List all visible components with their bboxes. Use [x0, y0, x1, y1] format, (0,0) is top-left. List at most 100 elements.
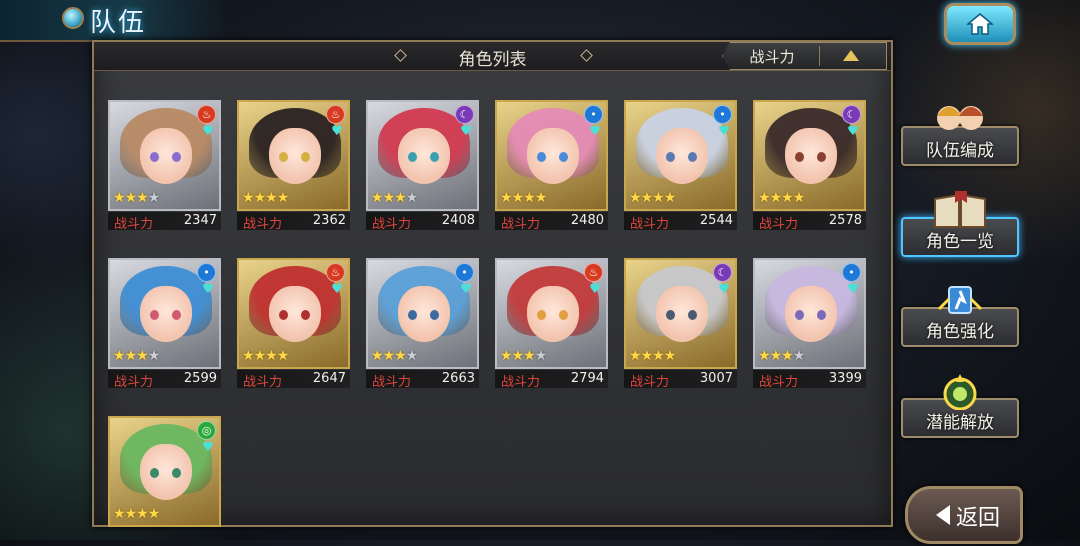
character-portrait: • ♥ ★★★★	[108, 258, 221, 369]
star-icon: ★	[124, 348, 138, 364]
character-face	[140, 128, 192, 184]
star-icon: ★	[124, 506, 138, 522]
side-menu-button[interactable]: 潜能解放	[901, 374, 1019, 438]
character-card[interactable]: • ♥ ★★★★ 战斗力 3399	[753, 258, 866, 390]
star-icon: ★	[265, 190, 278, 206]
character-eye	[172, 152, 181, 162]
character-eye	[150, 152, 159, 162]
star-icon: ★	[113, 348, 126, 364]
character-face	[140, 444, 192, 500]
character-eye	[688, 310, 697, 320]
rarity-stars: ★★★★	[242, 348, 289, 364]
home-button[interactable]	[944, 3, 1016, 45]
character-eye	[279, 310, 288, 320]
character-card[interactable]: ♨ ♥ ★★★★ 战斗力 2794	[495, 258, 608, 390]
character-eye	[795, 152, 804, 162]
dark-element-icon: ☾	[842, 105, 861, 124]
star-icon: ★	[663, 190, 677, 206]
character-eye	[430, 310, 439, 320]
power-row: 战斗力 2480	[495, 212, 608, 232]
character-card[interactable]: • ♥ ★★★★ 战斗力 2544	[624, 100, 737, 232]
power-row: 战斗力 2544	[624, 212, 737, 232]
character-face	[785, 128, 837, 184]
back-button[interactable]: 返回	[905, 486, 1023, 544]
star-icon: ★	[629, 190, 642, 206]
power-value: 2794	[570, 371, 604, 386]
star-icon: ★	[534, 190, 548, 206]
character-card[interactable]: ☾ ♥ ★★★★ 战斗力 2408	[366, 100, 479, 232]
power-label: 战斗力	[759, 217, 799, 232]
star-icon: ★	[371, 190, 384, 206]
character-portrait: ♨ ♥ ★★★★	[237, 100, 350, 211]
side-menu-button[interactable]: 角色强化	[901, 286, 1019, 347]
character-card[interactable]: ☾ ♥ ★★★★ 战斗力 2578	[753, 100, 866, 232]
potential-icon	[931, 370, 989, 411]
star-icon: ★	[792, 190, 806, 206]
rarity-stars: ★★★★	[113, 348, 161, 364]
star-icon: ★	[394, 348, 407, 364]
rarity-stars: ★★★★	[242, 190, 290, 206]
character-eye	[537, 152, 546, 162]
character-card[interactable]: ♨ ♥ ★★★★ 战斗力 2347	[108, 100, 221, 232]
star-icon: ★	[652, 348, 665, 364]
power-label: 战斗力	[243, 375, 283, 390]
character-eye	[795, 310, 804, 320]
character-portrait: ☾ ♥ ★★★★	[624, 258, 737, 369]
character-eye	[559, 152, 568, 162]
character-eye	[666, 152, 675, 162]
star-icon: ★	[265, 348, 278, 364]
power-label: 战斗力	[630, 375, 670, 390]
star-icon: ★	[147, 190, 161, 206]
character-card[interactable]: • ♥ ★★★★ 战斗力 2480	[495, 100, 608, 232]
favorite-heart-icon: ♥	[847, 124, 859, 139]
character-card[interactable]: ☾ ♥ ★★★★ 战斗力 3007	[624, 258, 737, 390]
side-menu-label: 潜能解放	[926, 413, 994, 433]
character-card[interactable]: ♨ ♥ ★★★★ 战斗力 2362	[237, 100, 350, 232]
power-label: 战斗力	[372, 217, 412, 232]
character-card[interactable]: ◎ ♥ ★★★★	[108, 416, 221, 546]
character-eye	[408, 152, 417, 162]
star-icon: ★	[534, 348, 548, 364]
favorite-heart-icon: ♥	[202, 282, 214, 297]
power-row: 战斗力 2647	[237, 370, 350, 390]
power-row: 战斗力 3007	[624, 370, 737, 390]
star-icon: ★	[500, 190, 513, 206]
favorite-heart-icon: ♥	[331, 124, 343, 139]
character-card[interactable]: ♨ ♥ ★★★★ 战斗力 2647	[237, 258, 350, 390]
side-menu-button[interactable]: 角色一览	[901, 191, 1019, 257]
water-element-icon: •	[455, 263, 474, 282]
character-eye	[408, 310, 417, 320]
character-face	[140, 286, 192, 342]
rarity-stars: ★★★★	[113, 506, 160, 522]
back-arrow-icon	[936, 505, 950, 525]
rarity-stars: ★★★★	[500, 190, 548, 206]
wind-element-icon: ◎	[197, 421, 216, 440]
star-icon: ★	[276, 190, 290, 206]
star-icon: ★	[253, 190, 267, 206]
character-grid: ♨ ♥ ★★★★ 战斗力 2347 ♨ ♥ ★★★★ 战斗力 2362 ☾ ♥ ★★★★ 战斗力 2408 •…	[94, 42, 891, 527]
rarity-stars: ★★★★	[629, 348, 676, 364]
favorite-heart-icon: ♥	[460, 282, 472, 297]
character-portrait: • ♥ ★★★★	[495, 100, 608, 211]
favorite-heart-icon: ♥	[718, 124, 730, 139]
power-label: 战斗力	[630, 217, 670, 232]
star-icon: ★	[405, 348, 419, 364]
power-label: 战斗力	[243, 217, 283, 232]
back-label: 返回	[956, 506, 1001, 531]
star-icon: ★	[769, 348, 783, 364]
star-icon: ★	[147, 348, 161, 364]
character-card[interactable]: • ♥ ★★★★ 战斗力 2599	[108, 258, 221, 390]
character-card[interactable]: • ♥ ★★★★ 战斗力 2663	[366, 258, 479, 390]
power-row: 战斗力 2408	[366, 212, 479, 232]
star-icon: ★	[394, 190, 407, 206]
character-eye	[688, 152, 697, 162]
character-eye	[559, 310, 568, 320]
power-value: 2663	[441, 371, 475, 386]
title-gem-icon	[62, 7, 84, 29]
party-icon	[931, 98, 989, 138]
character-list-panel: 角色列表 战斗力 ♨ ♥ ★★★★ 战斗力 2347 ♨ ♥ ★★★★ 战斗力 2362 ☾ ♥ ★★★…	[92, 40, 893, 527]
side-menu-button[interactable]: 队伍编成	[901, 106, 1019, 166]
star-icon: ★	[242, 348, 255, 364]
favorite-heart-icon: ♥	[718, 282, 730, 297]
power-label: 战斗力	[114, 217, 154, 232]
